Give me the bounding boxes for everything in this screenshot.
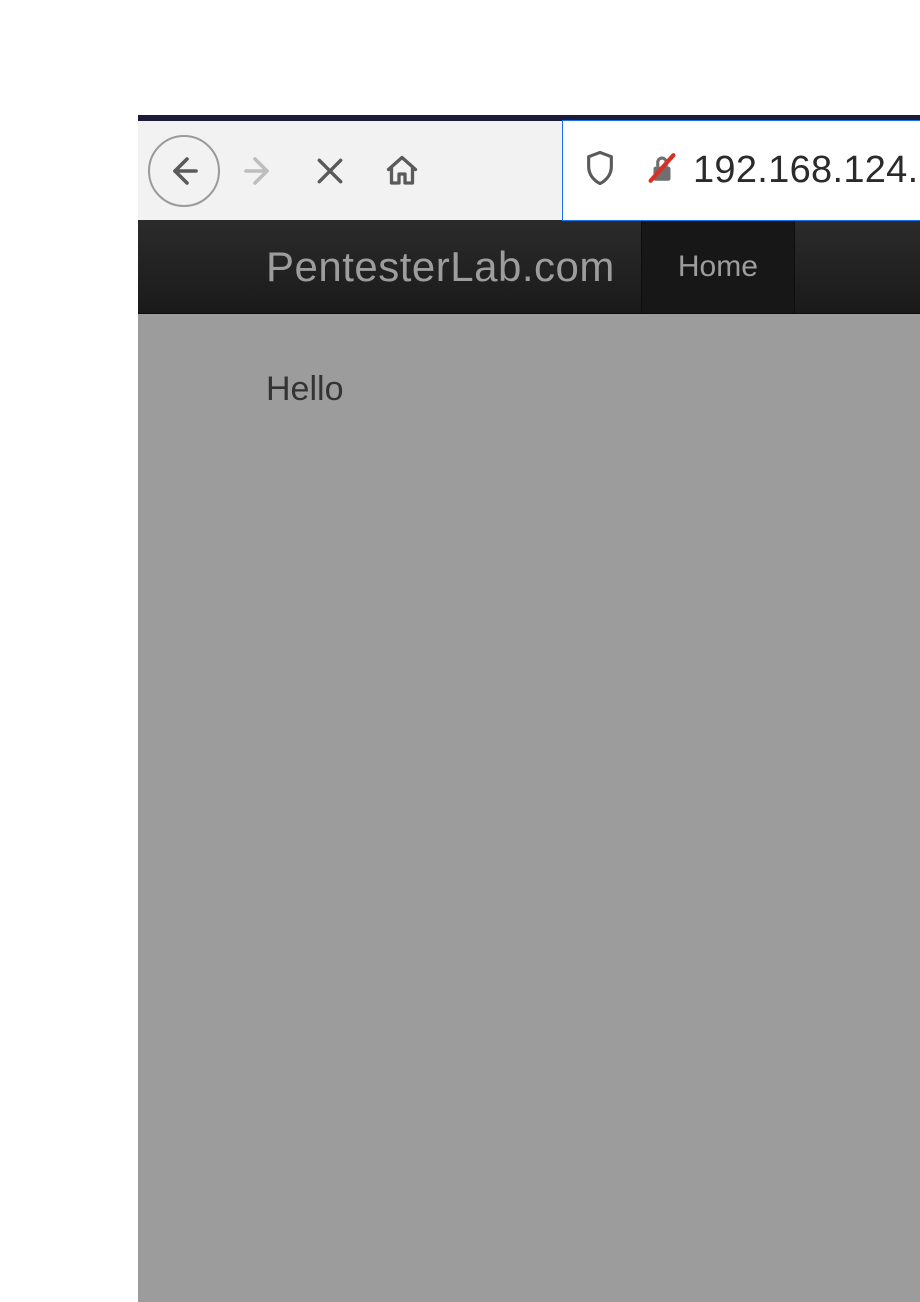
close-icon [314,155,346,187]
brand-area: PentesterLab.com [138,220,641,313]
address-bar[interactable]: 192.168.124.1 [562,120,920,221]
site-navbar: PentesterLab.com Home [138,220,920,314]
page-content: Hello [138,314,920,1302]
url-text[interactable]: 192.168.124.1 [693,149,920,192]
nav-link-home[interactable]: Home [641,220,795,313]
site-brand[interactable]: PentesterLab.com [266,243,615,291]
forward-button[interactable] [222,135,294,207]
stop-button[interactable] [294,135,366,207]
arrow-left-icon [166,153,202,189]
arrow-right-icon [240,153,276,189]
browser-toolbar: 192.168.124.1 [138,121,920,220]
home-icon [384,153,420,189]
greeting-text: Hello [266,370,920,409]
back-button[interactable] [148,135,220,207]
browser-window: 192.168.124.1 PentesterLab.com Home Hell… [138,115,920,1302]
shield-icon[interactable] [583,149,617,192]
home-button[interactable] [366,135,438,207]
insecure-lock-icon[interactable] [645,149,679,192]
nav-link-label: Home [678,250,758,284]
